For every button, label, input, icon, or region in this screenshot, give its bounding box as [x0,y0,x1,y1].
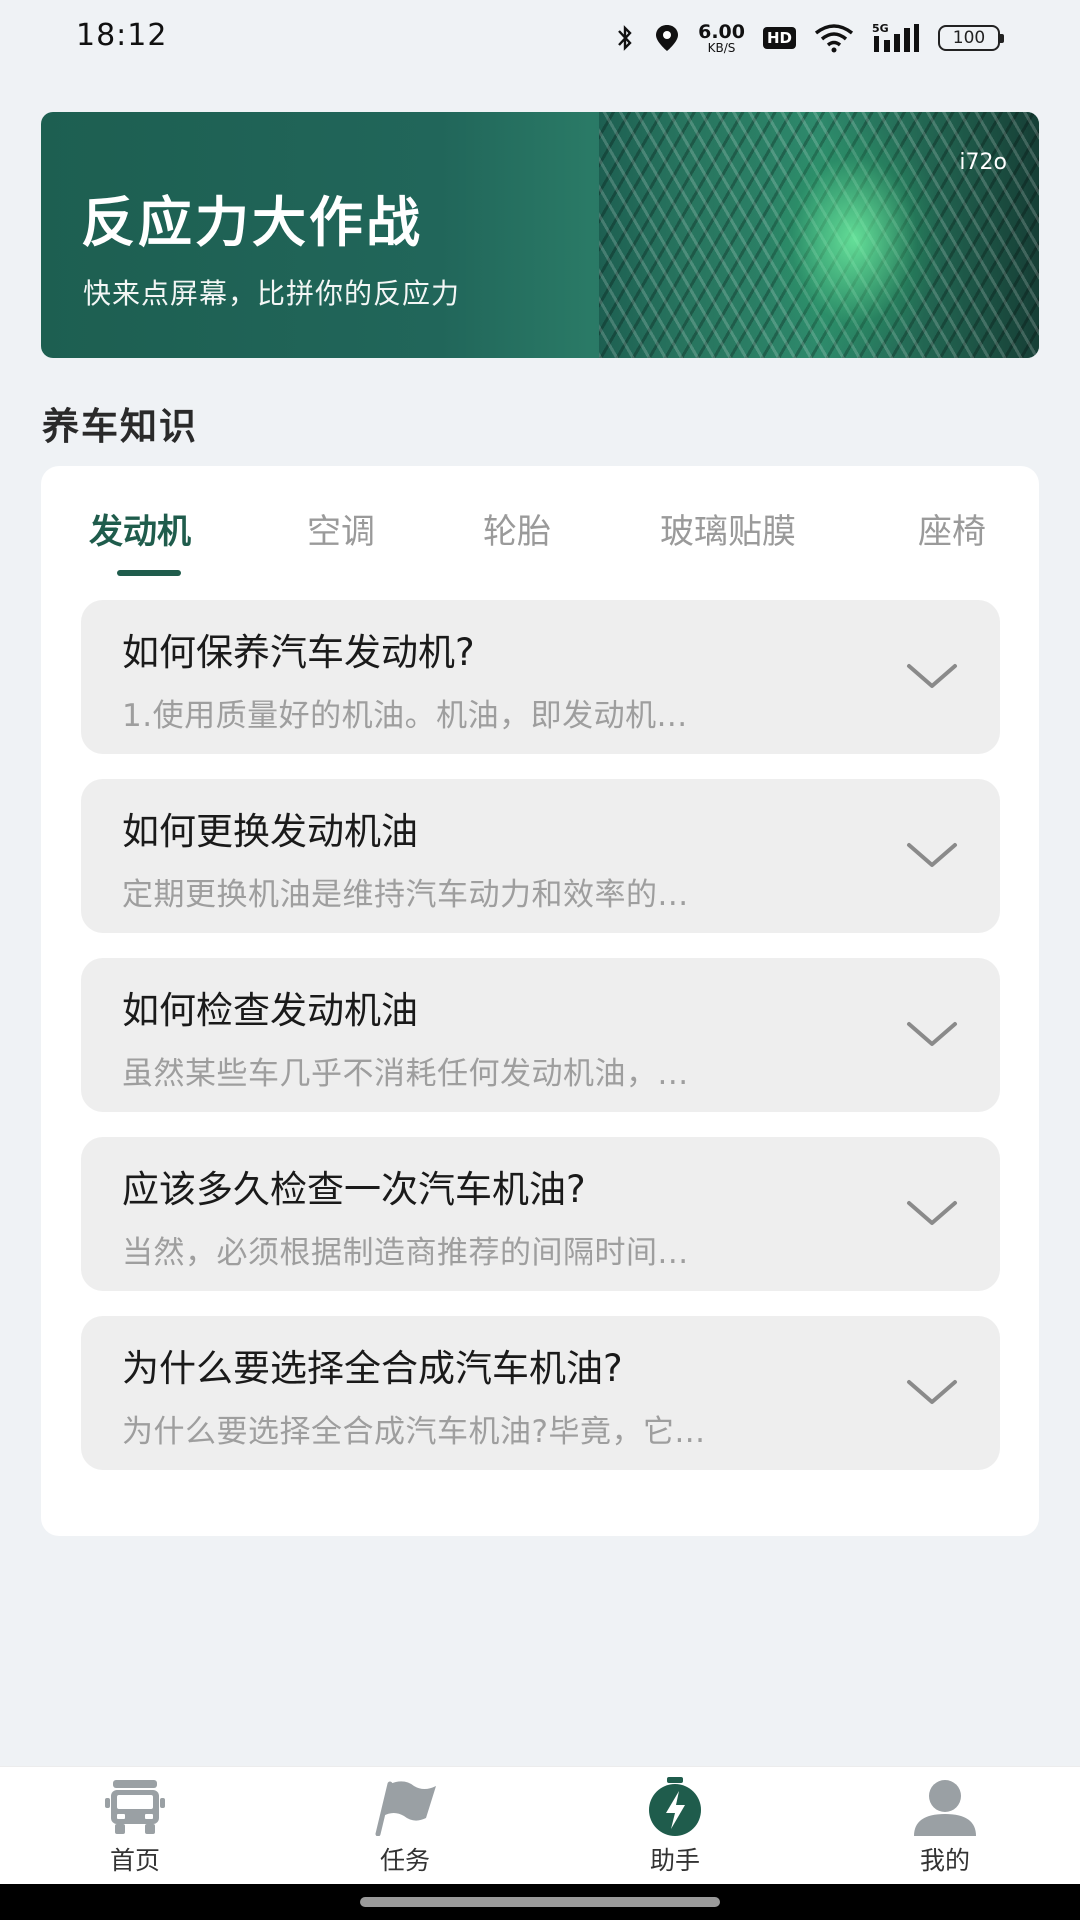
battery-icon: 100 [938,25,1004,51]
gesture-handle[interactable] [360,1897,720,1907]
chevron-down-icon[interactable] [906,841,958,869]
tab-tires[interactable]: 轮胎 [483,504,551,553]
flag-icon [370,1777,440,1837]
nav-home-label: 首页 [109,1846,160,1875]
reaction-game-banner[interactable]: 反应力大作战 快来点屏幕，比拼你的反应力 i72o [41,112,1039,358]
chevron-down-icon[interactable] [906,1378,958,1406]
status-icons: 6.00 KB/S HD 5G 100 [614,20,1004,56]
signal-icon: 5G [872,22,920,54]
nav-assistant[interactable]: 助手 [585,1777,765,1881]
net-speed-unit: KB/S [707,40,736,55]
qa-answer-preview: 为什么要选择全合成汽车机油?毕竟，它... [122,1414,706,1450]
nav-home[interactable]: 首页 [45,1777,225,1881]
knowledge-card: 发动机 空调 轮胎 玻璃贴膜 座椅 如何保养汽车发动机? 1.使用质量好的机油。… [41,466,1039,1536]
tab-engine[interactable]: 发动机 [89,504,191,553]
chevron-down-icon[interactable] [906,1020,958,1048]
banner-tag: i72o [959,150,1007,175]
user-icon [910,1777,980,1837]
banner-title: 反应力大作战 [81,191,423,254]
bottom-nav: 首页 任务 助手 我的 [0,1766,1080,1885]
lightning-icon [640,1777,710,1837]
net-speed-value: 6.00 [698,20,745,43]
qa-list: 如何保养汽车发动机? 1.使用质量好的机油。机油，即发动机... 如何更换发动机… [81,600,1000,1495]
hd-badge: HD [762,27,796,49]
chevron-down-icon[interactable] [906,1199,958,1227]
qa-question: 如何更换发动机油 [122,810,418,853]
qa-item[interactable]: 为什么要选择全合成汽车机油? 为什么要选择全合成汽车机油?毕竟，它... [81,1316,1000,1470]
wifi-icon [814,23,854,53]
qa-answer-preview: 定期更换机油是维持汽车动力和效率的... [122,877,689,913]
tab-indicator [117,570,181,576]
qa-item[interactable]: 如何保养汽车发动机? 1.使用质量好的机油。机油，即发动机... [81,600,1000,754]
qa-question: 应该多久检查一次汽车机油? [122,1168,586,1211]
location-icon [654,23,680,53]
status-bar: 18:12 6.00 KB/S HD 5G 100 [0,0,1080,76]
truck-icon [100,1777,170,1837]
gesture-bar [0,1884,1080,1920]
svg-text:5G: 5G [872,22,889,35]
qa-item[interactable]: 如何检查发动机油 虽然某些车几乎不消耗任何发动机油，... [81,958,1000,1112]
tab-air-conditioning[interactable]: 空调 [307,504,375,553]
qa-answer-preview: 1.使用质量好的机油。机油，即发动机... [122,698,688,734]
tab-window-film[interactable]: 玻璃贴膜 [660,504,796,553]
category-tabs: 发动机 空调 轮胎 玻璃贴膜 座椅 [41,466,1039,582]
tab-seats[interactable]: 座椅 [918,504,986,553]
section-title: 养车知识 [42,405,198,448]
qa-item[interactable]: 如何更换发动机油 定期更换机油是维持汽车动力和效率的... [81,779,1000,933]
bluetooth-icon [614,23,636,53]
nav-assistant-label: 助手 [649,1846,700,1875]
qa-question: 如何保养汽车发动机? [122,631,475,674]
net-speed: 6.00 KB/S [698,20,745,55]
banner-subtitle: 快来点屏幕，比拼你的反应力 [83,277,461,310]
qa-answer-preview: 当然，必须根据制造商推荐的间隔时间... [122,1235,689,1271]
qa-answer-preview: 虽然某些车几乎不消耗任何发动机油，... [122,1056,689,1092]
status-time: 18:12 [76,18,168,53]
qa-question: 如何检查发动机油 [122,989,418,1032]
nav-tasks[interactable]: 任务 [315,1777,495,1881]
nav-profile[interactable]: 我的 [855,1777,1035,1881]
nav-tasks-label: 任务 [379,1846,430,1875]
banner-art [599,112,1039,358]
qa-question: 为什么要选择全合成汽车机油? [122,1347,623,1390]
nav-profile-label: 我的 [919,1846,970,1875]
qa-item[interactable]: 应该多久检查一次汽车机油? 当然，必须根据制造商推荐的间隔时间... [81,1137,1000,1291]
chevron-down-icon[interactable] [906,662,958,690]
